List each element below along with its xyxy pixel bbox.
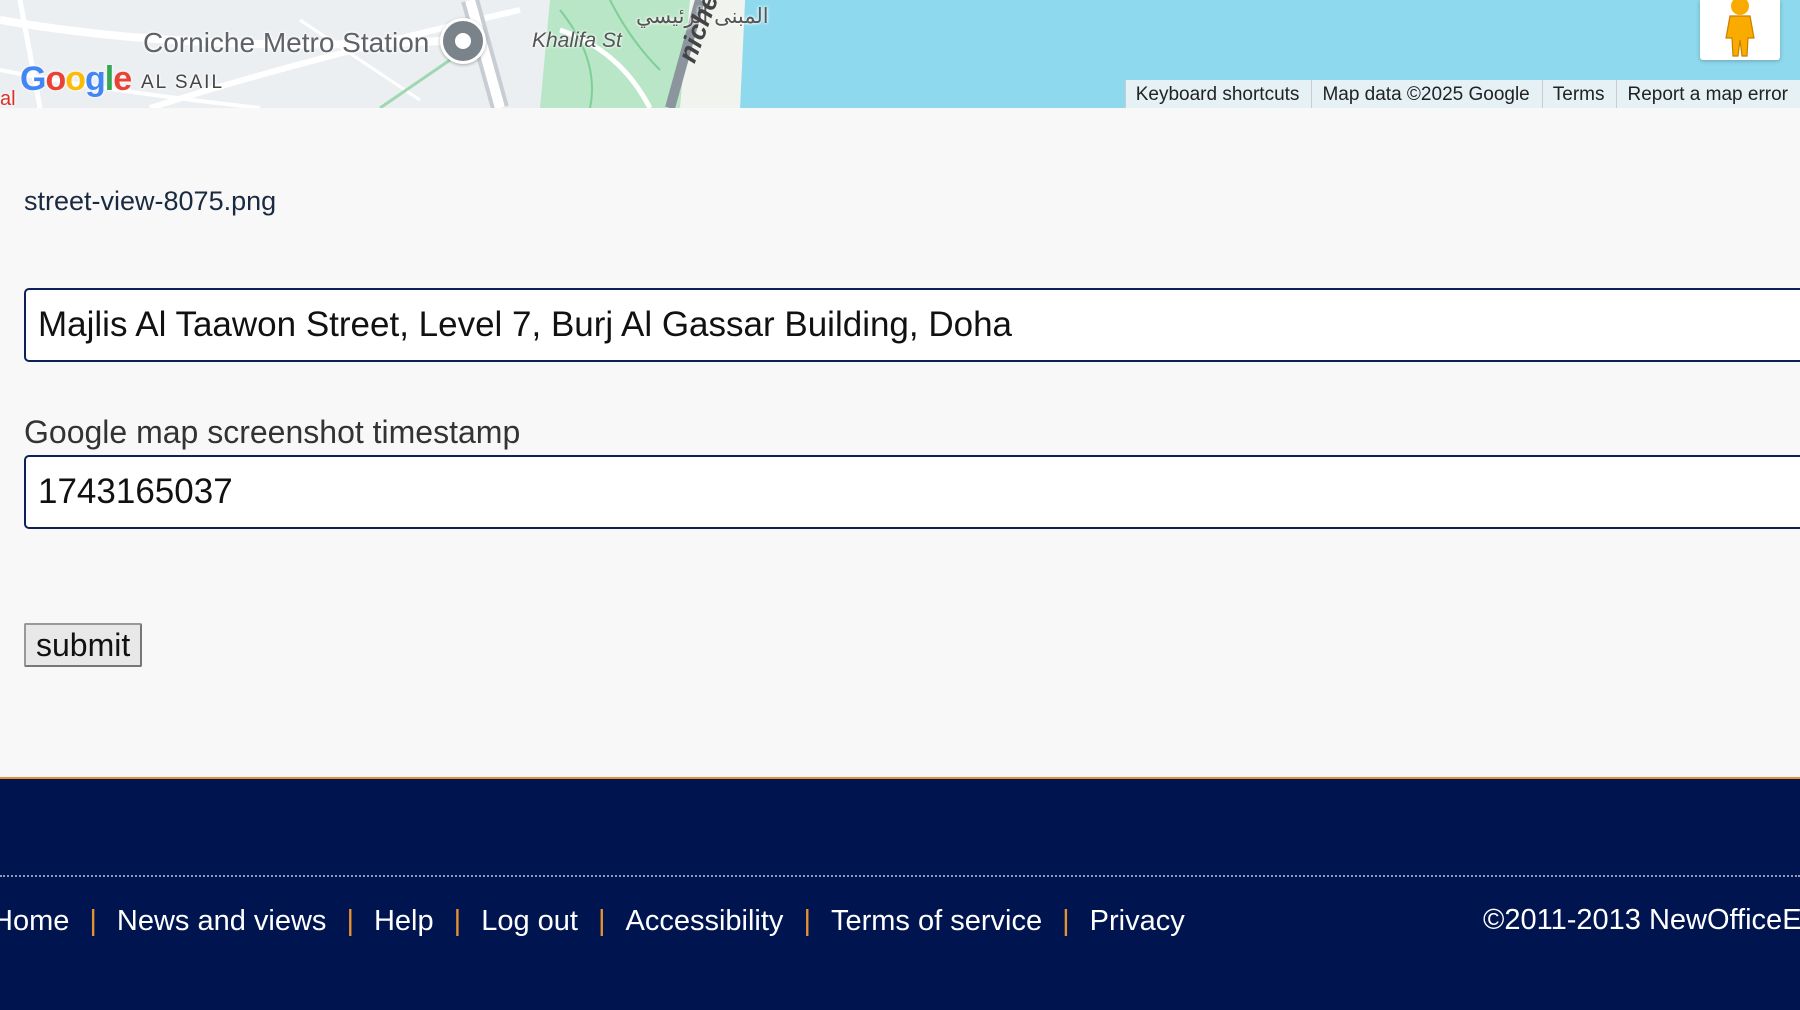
footer-link-news[interactable]: News and views	[117, 905, 327, 938]
submit-button[interactable]: submit	[24, 623, 143, 667]
footer-link-help[interactable]: Help	[374, 905, 434, 938]
site-footer: Home | News and views | Help | Log out |…	[0, 777, 1800, 1010]
footer-separator: |	[453, 905, 462, 937]
screenshot-filename: street-view-8075.png	[24, 186, 277, 216]
map-attribution-bar: Keyboard shortcuts Map data ©2025 Google…	[1124, 80, 1800, 108]
pegman-street-view-button[interactable]	[1700, 0, 1780, 60]
map-label-station: Corniche Metro Station	[143, 27, 430, 58]
map-label-edge: al	[0, 88, 16, 108]
footer-separator: |	[89, 905, 97, 937]
copyright-text: ©2011-2013 NewOfficeEu	[1483, 904, 1800, 936]
google-logo: Google	[20, 60, 132, 98]
footer-separator: |	[346, 905, 354, 937]
footer-separator: |	[597, 905, 606, 937]
footer-link-accessibility[interactable]: Accessibility	[626, 905, 784, 938]
footer-separator: |	[1062, 905, 1070, 937]
map-data-credit: Map data ©2025 Google	[1311, 80, 1541, 108]
location-pin-icon[interactable]	[440, 18, 486, 64]
map-label-district: AL SAIL	[141, 72, 225, 93]
map-view[interactable]: Corniche Metro Station Khalifa St AL SAI…	[0, 0, 1800, 108]
map-label-street: Khalifa St	[532, 29, 622, 52]
footer-divider	[0, 875, 1800, 877]
footer-link-privacy[interactable]: Privacy	[1090, 905, 1185, 938]
timestamp-input[interactable]	[24, 455, 1800, 529]
address-input[interactable]	[24, 288, 1800, 362]
pegman-icon	[1725, 0, 1755, 57]
terms-link[interactable]: Terms	[1541, 80, 1617, 108]
footer-nav: Home | News and views | Help | Log out |…	[0, 905, 1185, 938]
footer-link-logout[interactable]: Log out	[481, 905, 578, 938]
footer-link-home[interactable]: Home	[0, 905, 69, 938]
timestamp-label: Google map screenshot timestamp	[24, 414, 521, 450]
report-map-error-link[interactable]: Report a map error	[1616, 80, 1800, 108]
keyboard-shortcuts-link[interactable]: Keyboard shortcuts	[1124, 80, 1312, 108]
footer-link-terms[interactable]: Terms of service	[831, 905, 1042, 938]
footer-separator: |	[803, 905, 811, 937]
